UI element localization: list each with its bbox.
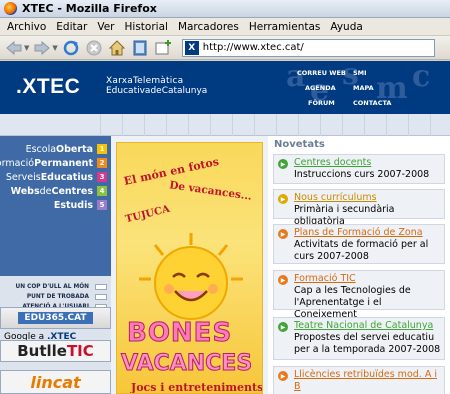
window-title: XTEC - Mozilla Firefox xyxy=(22,2,157,15)
news-description: Activitats de formació per al curs 2007-… xyxy=(294,239,429,262)
firefox-icon xyxy=(4,2,17,15)
forward-arrow-icon xyxy=(34,40,51,55)
news-description: Propostes del servei educatiu per a la t… xyxy=(294,332,441,355)
news-item: ▶ Llicències retribuïdes mod. A i B xyxy=(273,366,445,394)
logo-subtitle: XarxaTelemàtica EducativadeCatalunya xyxy=(106,76,208,96)
news-description: Cap a les Tecnologies de l'Aprenentatge … xyxy=(294,285,411,320)
sidebar-item-serveis-educatius[interactable]: Serveis Educatius 3 xyxy=(6,171,107,183)
arrow-bullet-icon: ▶ xyxy=(278,229,288,239)
menu-ver[interactable]: Ver xyxy=(92,21,119,33)
menu-marcadores[interactable]: Marcadores xyxy=(173,21,244,33)
reload-icon xyxy=(63,40,79,55)
menu-editar[interactable]: Editar xyxy=(51,21,92,33)
quick-link-marker xyxy=(95,294,107,300)
bookmark-icon xyxy=(133,40,147,55)
xtec-logo[interactable]: .XTEC xyxy=(16,75,80,99)
stop-icon xyxy=(86,40,102,55)
news-item: ▶ Nous currículums Primària i secundària… xyxy=(273,189,445,227)
number-badge: 2 xyxy=(97,158,107,168)
nav-agenda[interactable]: AGENDA xyxy=(305,84,336,92)
number-badge: 4 xyxy=(97,186,107,196)
news-title-link[interactable]: Plans de Formació de Zona xyxy=(294,227,442,239)
back-arrow-icon xyxy=(6,40,22,55)
menu-historial[interactable]: Historial xyxy=(120,21,173,33)
home-button[interactable] xyxy=(107,38,127,58)
back-dropdown-icon[interactable]: ▼ xyxy=(24,44,29,52)
sidebar-item-estudis[interactable]: Estudis 5 xyxy=(54,199,107,211)
news-title-link[interactable]: Llicències retribuïdes mod. A i B xyxy=(294,369,442,393)
news-column: Novetats ▶ Centres docents Instruccions … xyxy=(268,136,450,394)
lincat-banner[interactable]: lincat xyxy=(0,370,111,394)
site-favicon-icon: X xyxy=(184,40,199,55)
url-text[interactable]: http://www.xtec.cat/ xyxy=(203,42,304,53)
promo-area: El món en fotos De vacances... TUJUCA BO… xyxy=(111,136,268,394)
menu-herramientas[interactable]: Herramientas xyxy=(244,21,326,33)
arrow-bullet-icon: ▶ xyxy=(278,159,288,169)
link-punt-de-trobada[interactable]: PUNT DE TROBADA xyxy=(27,294,89,300)
promo-bones-text: BONES xyxy=(126,318,233,349)
window-titlebar: XTEC - Mozilla Firefox xyxy=(0,0,450,18)
news-item: ▶ Plans de Formació de Zona Activitats d… xyxy=(273,224,445,264)
web-page: a e s m c .XTEC XarxaTelemàtica Educativ… xyxy=(0,61,450,394)
back-button[interactable] xyxy=(4,38,24,58)
news-item: ▶ Teatre Nacional de Catalunya Propostes… xyxy=(273,317,445,360)
news-item: ▶ Centres docents Instruccions curs 2007… xyxy=(273,154,445,184)
menu-ayuda[interactable]: Ayuda xyxy=(325,21,367,33)
news-heading: Novetats xyxy=(274,139,325,150)
nav-contacta[interactable]: CONTACTA xyxy=(353,99,391,107)
butlletic-banner[interactable]: Butlle TIC xyxy=(0,340,111,362)
nav-correu-web[interactable]: CORREU WEB xyxy=(297,69,346,77)
address-bar[interactable]: X http://www.xtec.cat/ xyxy=(181,38,435,57)
new-tab-button[interactable] xyxy=(153,38,173,58)
number-badge: 3 xyxy=(97,172,107,182)
menu-bar: Archivo Editar Ver Historial Marcadores … xyxy=(0,18,450,36)
arrow-bullet-icon: ▶ xyxy=(278,275,288,285)
navigation-toolbar: ▼ ▼ X http://www.xtec.cat/ xyxy=(0,36,450,60)
link-un-cop-dull[interactable]: UN COP D'ULL AL MÓN xyxy=(16,284,89,290)
vacances-promo-banner[interactable]: El món en fotos De vacances... TUJUCA BO… xyxy=(116,142,263,394)
sun-illustration xyxy=(139,233,243,320)
news-title-link[interactable]: Centres docents xyxy=(294,157,442,169)
home-icon xyxy=(108,39,125,55)
header-stripe xyxy=(0,114,450,136)
nav-mapa[interactable]: MAPA xyxy=(353,84,374,92)
nav-forum[interactable]: FÒRUM xyxy=(308,99,335,107)
news-title-link[interactable]: Nous currículums xyxy=(294,192,442,204)
promo-bottom-text: Jocs i entreteniments xyxy=(131,381,263,394)
reload-button[interactable] xyxy=(61,38,81,58)
menu-archivo[interactable]: Archivo xyxy=(2,21,51,33)
site-header: a e s m c .XTEC XarxaTelemàtica Educativ… xyxy=(0,61,450,114)
sidebar-item-formacio-permanent[interactable]: FormacióPermanent 2 xyxy=(0,157,107,169)
stop-button[interactable] xyxy=(84,38,104,58)
news-description: Instruccions curs 2007-2008 xyxy=(294,169,430,180)
promo-line-de-vacances: De vacances... xyxy=(168,179,253,203)
edu365-label: EDU365.CAT xyxy=(18,312,93,324)
news-item: ▶ Formació TIC Cap a les Tecnologies de … xyxy=(273,270,445,320)
sidebar-item-webs-de-centres[interactable]: Webs de Centres 4 xyxy=(11,185,107,197)
nav-smi[interactable]: SMI xyxy=(353,69,367,77)
news-title-link[interactable]: Formació TIC xyxy=(294,273,442,285)
new-tab-icon xyxy=(155,39,171,54)
forward-button[interactable] xyxy=(32,38,52,58)
forward-dropdown-icon[interactable]: ▼ xyxy=(52,44,57,52)
promo-vacances-text: VACANCES xyxy=(120,351,253,377)
quick-link-marker xyxy=(95,284,107,290)
arrow-bullet-icon: ▶ xyxy=(278,194,288,204)
promo-line-tujuca: TUJUCA xyxy=(124,203,172,226)
sidebar-item-escola-oberta[interactable]: Escola Oberta 1 xyxy=(26,143,107,155)
bookmarks-button[interactable] xyxy=(130,38,150,58)
number-badge: 5 xyxy=(97,200,107,210)
number-badge: 1 xyxy=(97,144,107,154)
arrow-bullet-icon: ▶ xyxy=(278,371,288,381)
news-title-link[interactable]: Teatre Nacional de Catalunya xyxy=(294,320,442,332)
arrow-bullet-icon: ▶ xyxy=(278,322,288,332)
edu365-banner[interactable]: EDU365.CAT xyxy=(0,307,111,329)
